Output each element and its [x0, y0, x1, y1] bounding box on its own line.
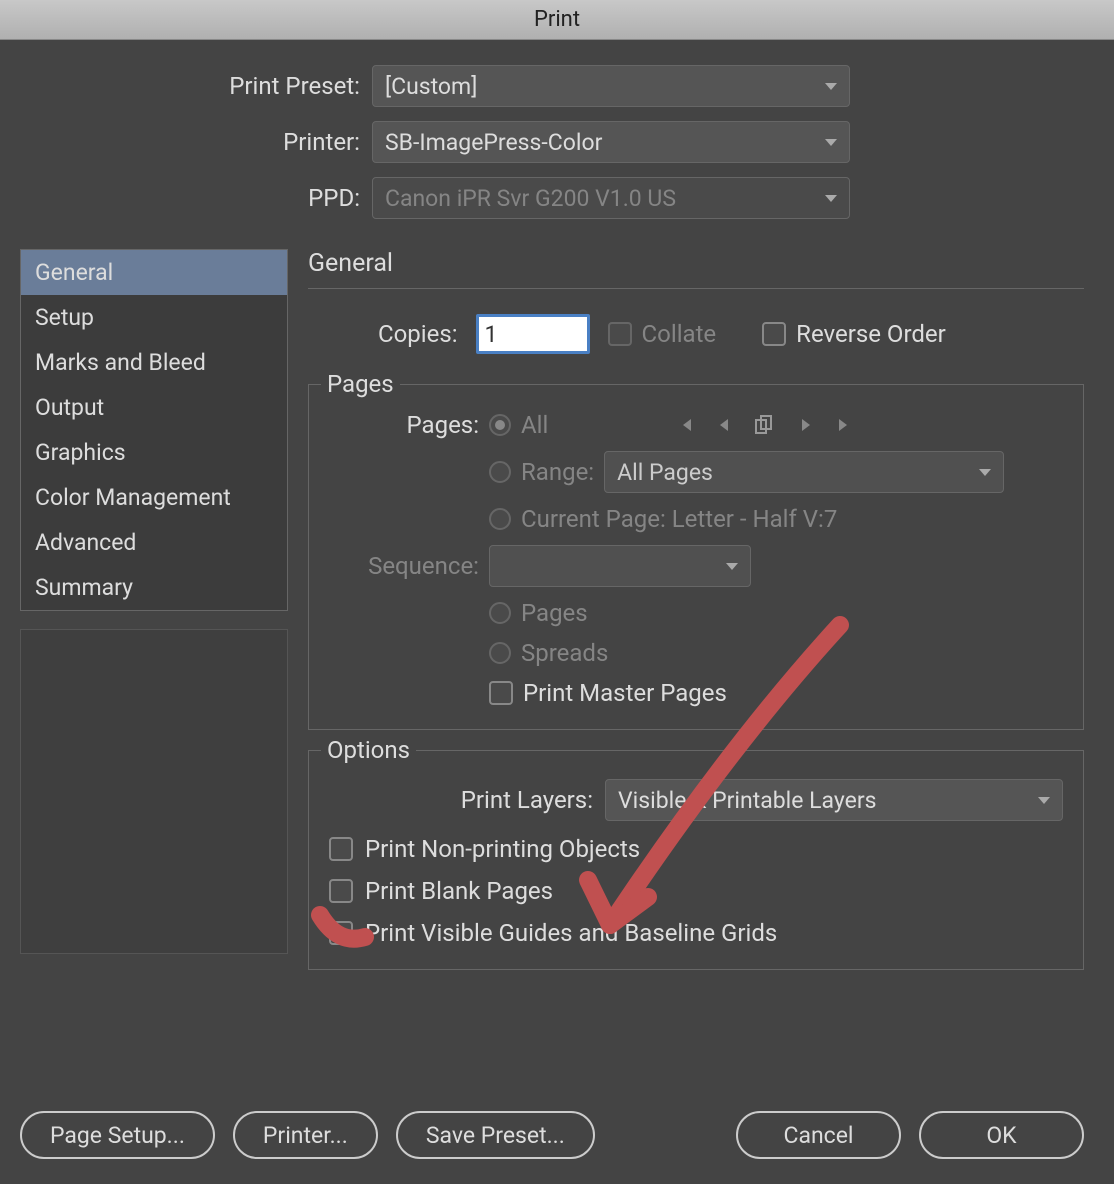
- next-page-icon[interactable]: [800, 417, 812, 433]
- sidebar-item-setup[interactable]: Setup: [21, 295, 287, 340]
- printer-dropdown[interactable]: SB-ImagePress-Color: [372, 121, 850, 163]
- collate-checkbox: [608, 322, 632, 346]
- sequence-dropdown[interactable]: [489, 545, 751, 587]
- chevron-down-icon: [825, 139, 837, 146]
- print-blank-checkbox[interactable]: [329, 879, 353, 903]
- print-preset-value: [Custom]: [385, 73, 477, 100]
- all-radio: [489, 414, 511, 436]
- pages-fieldset: Pages Pages: All Rang: [308, 384, 1084, 730]
- copies-label: Copies:: [378, 320, 458, 348]
- print-preset-label: Print Preset:: [20, 72, 360, 100]
- all-label: All: [521, 411, 548, 439]
- chevron-down-icon: [825, 83, 837, 90]
- sidebar-item-output[interactable]: Output: [21, 385, 287, 430]
- last-page-icon[interactable]: [836, 417, 852, 433]
- range-dropdown[interactable]: All Pages: [604, 451, 1004, 493]
- print-guides-checkbox[interactable]: [329, 921, 353, 945]
- collate-label: Collate: [642, 320, 717, 348]
- first-page-icon[interactable]: [678, 417, 694, 433]
- print-preset-dropdown[interactable]: [Custom]: [372, 65, 850, 107]
- prev-page-icon[interactable]: [718, 417, 730, 433]
- sidebar-item-graphics[interactable]: Graphics: [21, 430, 287, 475]
- preview-thumbnail: [20, 629, 288, 954]
- sidebar: General Setup Marks and Bleed Output Gra…: [20, 249, 288, 611]
- spreads-radio-label: Spreads: [521, 639, 608, 667]
- print-nonprinting-label: Print Non-printing Objects: [365, 835, 640, 863]
- chevron-down-icon: [726, 563, 738, 570]
- options-legend: Options: [321, 736, 416, 764]
- copies-input[interactable]: [476, 314, 590, 354]
- pages-radio: [489, 602, 511, 624]
- reverse-order-label: Reverse Order: [796, 320, 946, 348]
- print-master-label: Print Master Pages: [523, 679, 727, 707]
- sidebar-item-summary[interactable]: Summary: [21, 565, 287, 610]
- page-setup-button[interactable]: Page Setup...: [20, 1111, 215, 1159]
- range-value: All Pages: [617, 459, 713, 486]
- printer-value: SB-ImagePress-Color: [385, 129, 602, 156]
- chevron-down-icon: [825, 195, 837, 202]
- print-layers-label: Print Layers:: [329, 786, 593, 814]
- print-nonprinting-checkbox[interactable]: [329, 837, 353, 861]
- print-master-checkbox[interactable]: [489, 681, 513, 705]
- spreads-radio: [489, 642, 511, 664]
- cancel-button[interactable]: Cancel: [736, 1111, 901, 1159]
- print-layers-value: Visible & Printable Layers: [618, 787, 877, 814]
- range-label: Range:: [521, 458, 594, 486]
- pages-radio-label: Pages: [521, 599, 588, 627]
- print-layers-dropdown[interactable]: Visible & Printable Layers: [605, 779, 1063, 821]
- chevron-down-icon: [1038, 797, 1050, 804]
- ppd-value: Canon iPR Svr G200 V1.0 US: [385, 185, 676, 212]
- ppd-label: PPD:: [20, 184, 360, 212]
- titlebar: Print: [0, 0, 1114, 40]
- save-preset-button[interactable]: Save Preset...: [396, 1111, 595, 1159]
- print-guides-label: Print Visible Guides and Baseline Grids: [365, 919, 777, 947]
- sequence-label: Sequence:: [329, 552, 479, 580]
- pages-legend: Pages: [321, 370, 400, 398]
- options-fieldset: Options Print Layers: Visible & Printabl…: [308, 750, 1084, 970]
- panel-title: General: [308, 249, 1084, 289]
- current-page-radio: [489, 508, 511, 530]
- printer-button[interactable]: Printer...: [233, 1111, 378, 1159]
- chevron-down-icon: [979, 469, 991, 476]
- print-blank-label: Print Blank Pages: [365, 877, 553, 905]
- ppd-dropdown: Canon iPR Svr G200 V1.0 US: [372, 177, 850, 219]
- sidebar-item-advanced[interactable]: Advanced: [21, 520, 287, 565]
- sidebar-item-color[interactable]: Color Management: [21, 475, 287, 520]
- window-title: Print: [534, 7, 580, 32]
- sidebar-item-general[interactable]: General: [21, 250, 287, 295]
- sidebar-item-marks[interactable]: Marks and Bleed: [21, 340, 287, 385]
- printer-label: Printer:: [20, 128, 360, 156]
- ok-button[interactable]: OK: [919, 1111, 1084, 1159]
- current-page-label: Current Page: Letter - Half V:7: [521, 505, 837, 533]
- pages-icon[interactable]: [754, 415, 776, 435]
- pages-label: Pages:: [329, 411, 479, 439]
- reverse-order-checkbox[interactable]: [762, 322, 786, 346]
- range-radio: [489, 461, 511, 483]
